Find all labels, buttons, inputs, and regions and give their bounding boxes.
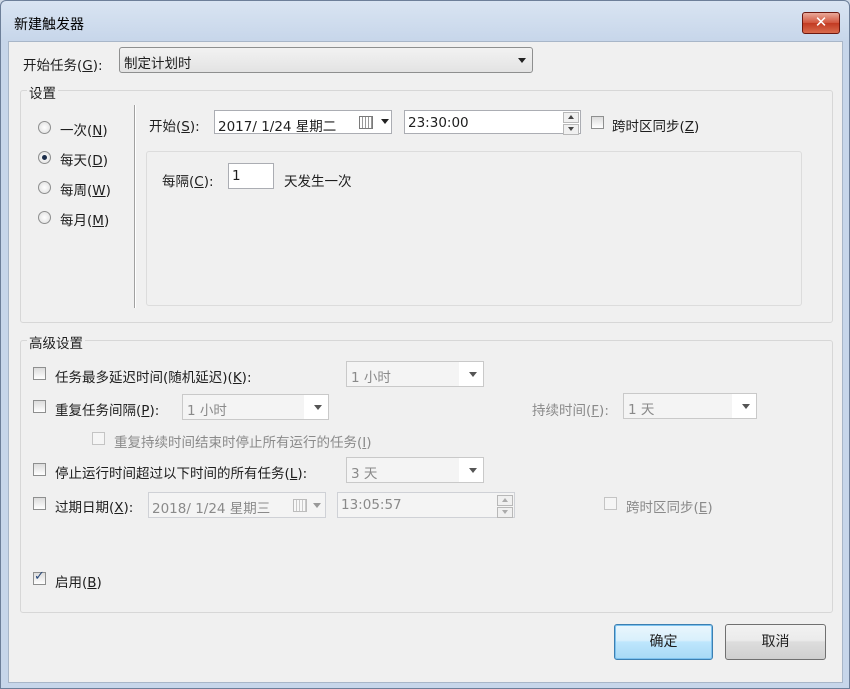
radio-monthly-label[interactable]: 每月(M) <box>60 209 109 229</box>
sync-timezone-checkbox[interactable] <box>591 116 604 129</box>
radio-weekly[interactable] <box>38 181 51 194</box>
chevron-down-icon <box>381 119 389 124</box>
repeat-label[interactable]: 重复任务间隔(P): <box>55 399 159 419</box>
dialog-window: 新建触发器 ✕ 开始任务(G): 制定计划时 设置 一次(N) 每天(D) 每周… <box>0 0 850 689</box>
start-date-value: 2017/ 1/24 星期二 <box>218 119 337 135</box>
recur-input[interactable]: 1 <box>228 163 274 189</box>
vertical-divider <box>134 105 136 308</box>
close-button[interactable]: ✕ <box>802 12 840 34</box>
expire-time-spinner[interactable] <box>497 495 513 518</box>
start-date-picker[interactable]: 2017/ 1/24 星期二 <box>214 110 392 135</box>
recur-label: 每隔(C): <box>162 174 214 190</box>
radio-once[interactable] <box>38 121 51 134</box>
duration-label: 持续时间(F): <box>532 403 609 419</box>
expire-sync-label[interactable]: 跨时区同步(E) <box>626 496 713 516</box>
delay-checkbox[interactable] <box>33 367 46 380</box>
stop-longer-checkbox[interactable] <box>33 463 46 476</box>
start-time-field[interactable]: 23:30:00 <box>404 110 581 135</box>
dialog-client: 开始任务(G): 制定计划时 设置 一次(N) 每天(D) 每周(W) 每月(M… <box>8 41 843 683</box>
chevron-down-icon <box>518 58 526 63</box>
delay-value: 1 小时 <box>351 370 391 386</box>
start-label: 开始(S): <box>149 119 200 135</box>
start-time-spinner[interactable] <box>563 112 579 135</box>
title-bar[interactable]: 新建触发器 ✕ <box>1 1 849 41</box>
window-title: 新建触发器 <box>14 17 84 33</box>
repeat-checkbox[interactable] <box>33 400 46 413</box>
chevron-down-icon <box>742 404 750 409</box>
expire-label[interactable]: 过期日期(X): <box>55 496 133 516</box>
cancel-button[interactable]: 取消 <box>725 624 826 660</box>
chevron-down-icon[interactable] <box>313 503 321 508</box>
spin-up-icon[interactable] <box>563 112 579 123</box>
expire-date-picker[interactable]: 2018/ 1/24 星期三 <box>148 492 326 518</box>
expire-time-field[interactable]: 13:05:57 <box>337 492 515 518</box>
sync-timezone-label[interactable]: 跨时区同步(Z) <box>612 115 699 135</box>
settings-group-label: 设置 <box>27 82 58 102</box>
begin-task-label: 开始任务(G): <box>23 58 103 74</box>
advanced-group-label: 高级设置 <box>27 332 85 352</box>
expire-time-value: 13:05:57 <box>341 497 402 513</box>
stop-longer-label[interactable]: 停止运行时间超过以下时间的所有任务(L): <box>55 462 307 482</box>
radio-daily-label[interactable]: 每天(D) <box>60 149 108 169</box>
enabled-checkbox[interactable] <box>33 569 46 585</box>
stop-at-end-checkbox[interactable] <box>92 432 105 445</box>
stop-at-end-label[interactable]: 重复持续时间结束时停止所有运行的任务(I) <box>114 431 372 451</box>
start-time-value: 23:30:00 <box>408 115 469 131</box>
stop-longer-dropdown[interactable]: 3 天 <box>346 457 484 483</box>
delay-label[interactable]: 任务最多延迟时间(随机延迟)(K): <box>55 366 252 386</box>
duration-dropdown[interactable]: 1 天 <box>623 393 757 419</box>
spin-down-icon[interactable] <box>563 124 579 135</box>
begin-task-value: 制定计划时 <box>124 56 192 72</box>
chevron-down-icon <box>469 372 477 377</box>
repeat-interval-value: 1 小时 <box>187 403 227 419</box>
radio-daily[interactable] <box>38 151 51 164</box>
expire-sync-checkbox[interactable] <box>604 497 617 510</box>
spin-down-icon[interactable] <box>497 507 513 518</box>
recur-unit-label: 天发生一次 <box>284 174 352 190</box>
recur-value: 1 <box>232 168 241 184</box>
begin-task-dropdown[interactable]: 制定计划时 <box>119 47 533 73</box>
chevron-down-icon <box>314 405 322 410</box>
date-dropdown-arrow[interactable] <box>379 110 389 132</box>
stop-longer-value: 3 天 <box>351 466 378 482</box>
duration-value: 1 天 <box>628 402 655 418</box>
radio-once-label[interactable]: 一次(N) <box>60 119 108 139</box>
delay-dropdown[interactable]: 1 小时 <box>346 361 484 387</box>
expire-date-value: 2018/ 1/24 星期三 <box>152 501 271 517</box>
ok-button[interactable]: 确定 <box>614 624 713 660</box>
radio-monthly[interactable] <box>38 211 51 224</box>
spin-up-icon[interactable] <box>497 495 513 506</box>
calendar-icon[interactable] <box>293 499 307 512</box>
expire-checkbox[interactable] <box>33 497 46 510</box>
enabled-label[interactable]: 启用(B) <box>55 571 102 591</box>
calendar-icon[interactable] <box>359 116 373 129</box>
repeat-interval-dropdown[interactable]: 1 小时 <box>182 394 329 420</box>
chevron-down-icon <box>469 468 477 473</box>
radio-weekly-label[interactable]: 每周(W) <box>60 179 111 199</box>
